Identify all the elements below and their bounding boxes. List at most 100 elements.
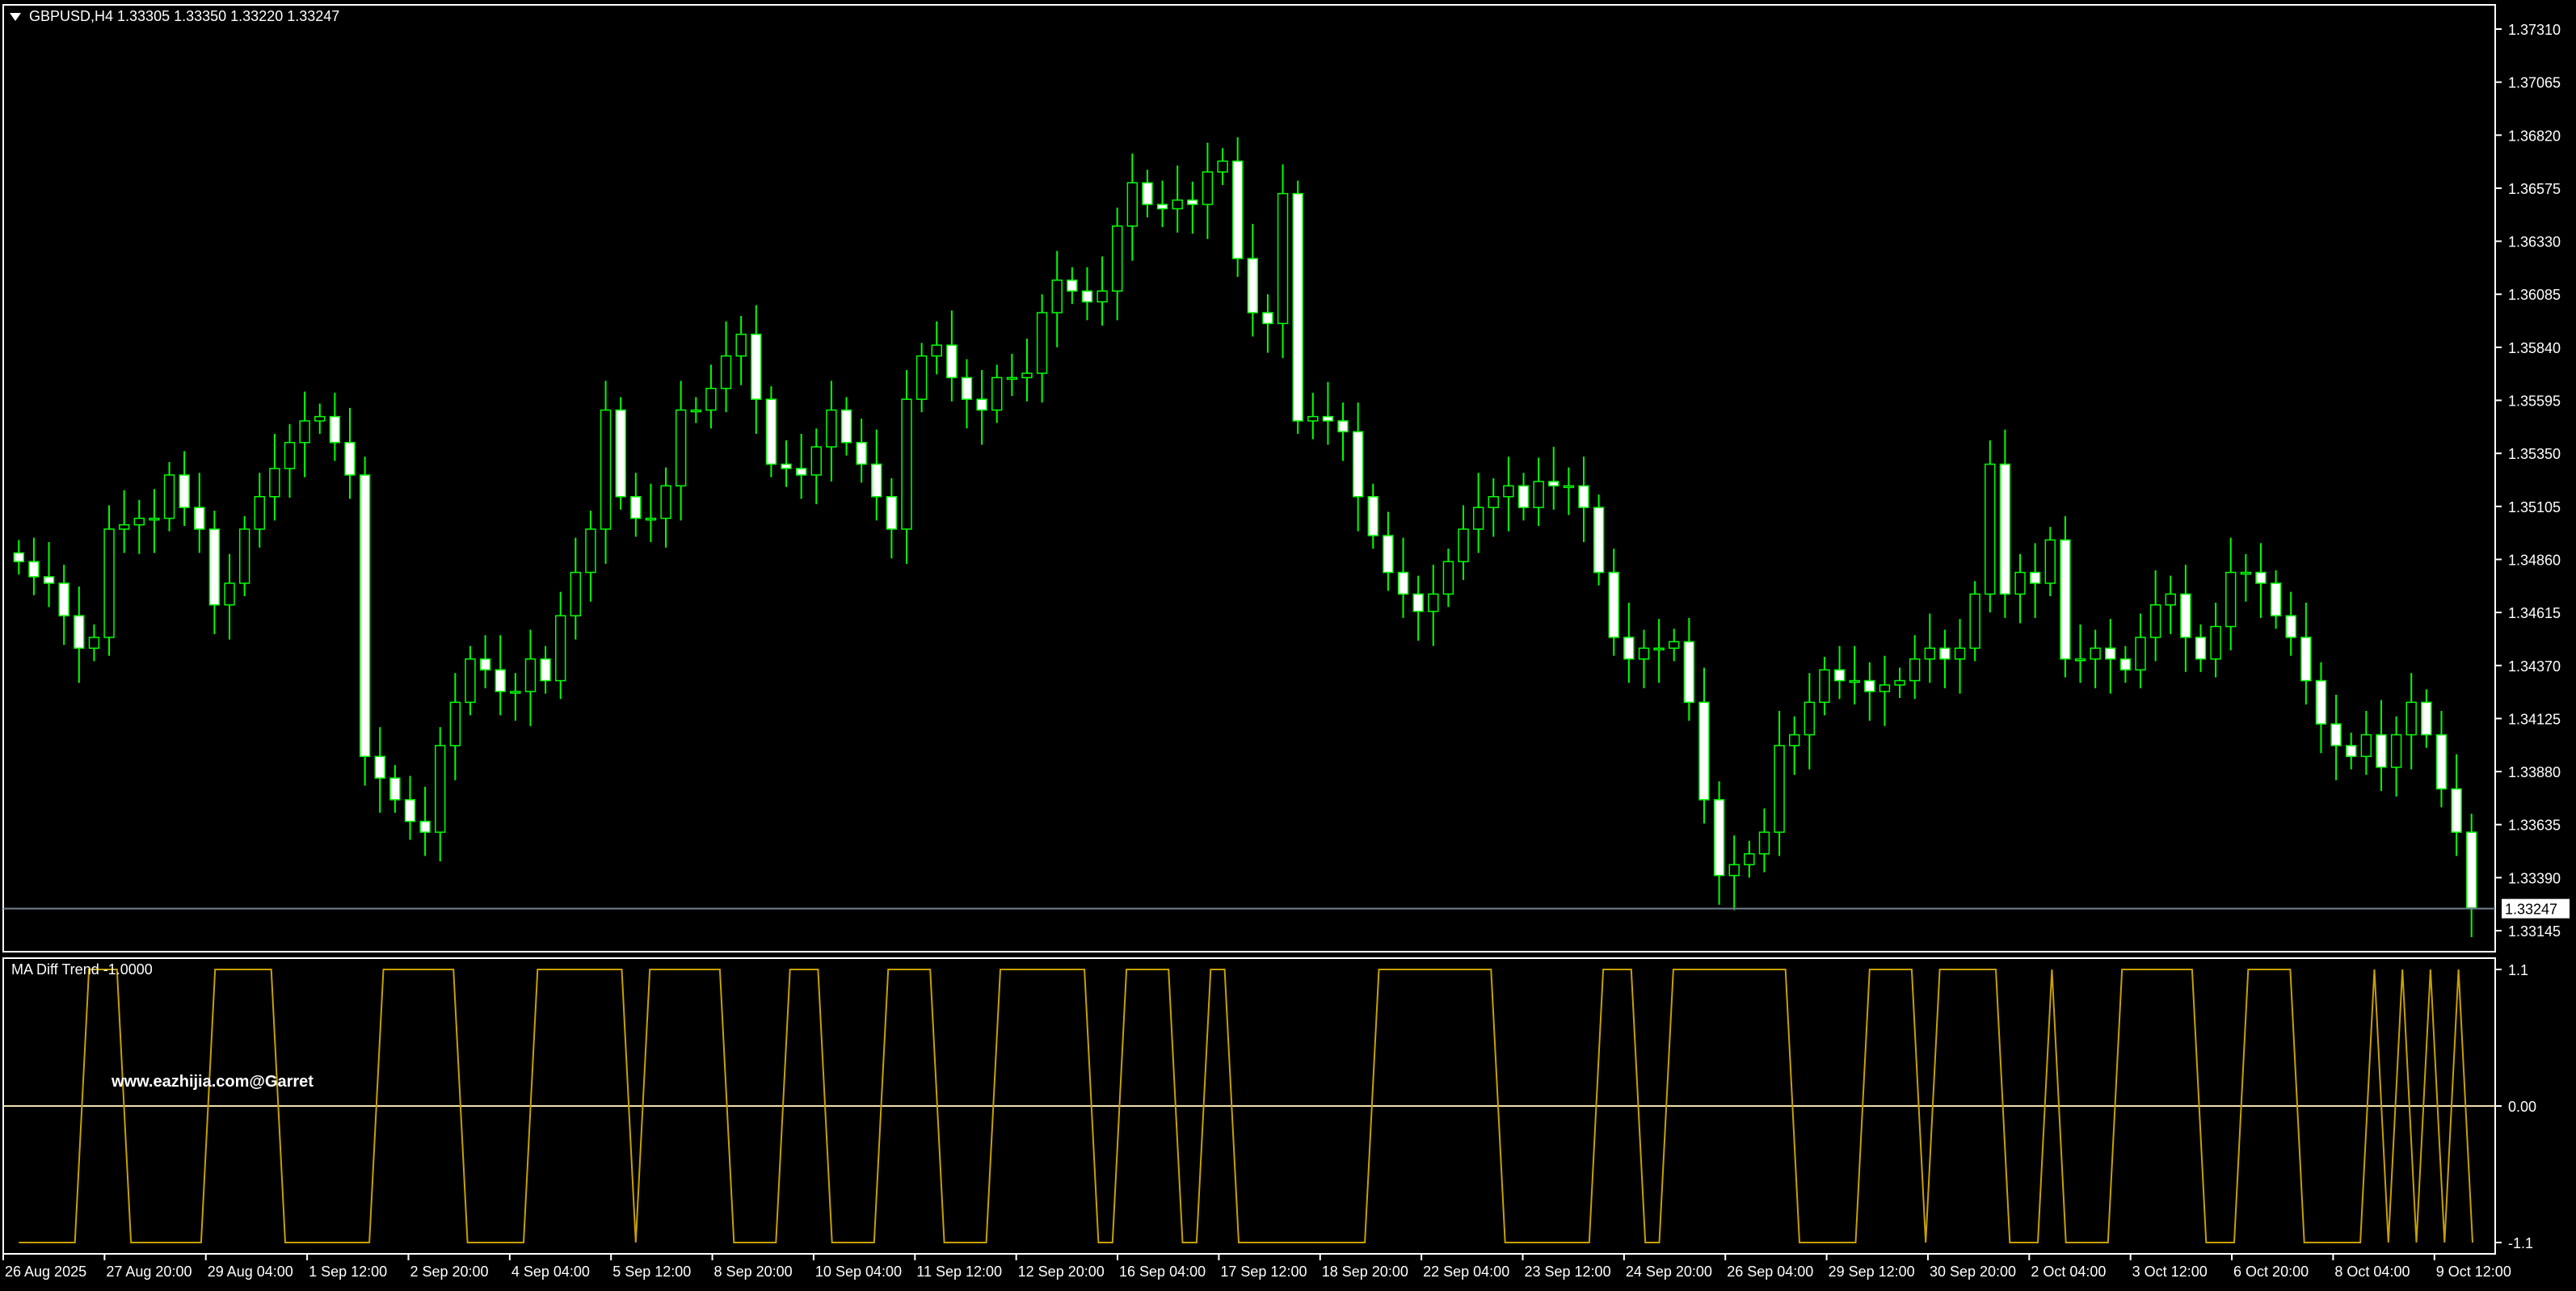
candle[interactable] (254, 473, 265, 548)
candle[interactable] (1728, 835, 1740, 910)
candle[interactable] (751, 305, 762, 435)
candle[interactable] (74, 586, 85, 683)
candle[interactable] (1337, 402, 1349, 461)
candle[interactable] (570, 537, 582, 640)
candle[interactable] (1849, 646, 1860, 704)
candle[interactable] (163, 461, 175, 532)
candle[interactable] (2360, 711, 2372, 776)
candle[interactable] (1804, 673, 1816, 770)
candle[interactable] (871, 429, 882, 521)
candle[interactable] (1503, 456, 1514, 532)
candle[interactable] (690, 397, 702, 423)
candle[interactable] (1067, 267, 1078, 305)
candle[interactable] (1517, 473, 1530, 521)
candle[interactable] (1653, 619, 1665, 683)
candle[interactable] (524, 629, 537, 726)
candle[interactable] (540, 646, 551, 694)
candle[interactable] (810, 428, 822, 505)
candle[interactable] (2225, 537, 2237, 651)
candle[interactable] (1939, 629, 1951, 688)
candle[interactable] (419, 786, 431, 856)
candle[interactable] (2240, 553, 2252, 602)
candle[interactable] (1081, 267, 1093, 321)
candle[interactable] (1638, 629, 1650, 688)
candle[interactable] (2074, 624, 2086, 683)
candle[interactable] (224, 553, 235, 640)
candle[interactable] (826, 381, 837, 482)
candle[interactable] (630, 473, 642, 537)
candle[interactable] (2300, 603, 2312, 704)
candle[interactable] (479, 635, 491, 688)
candle[interactable] (404, 776, 416, 840)
candle[interactable] (1217, 148, 1228, 185)
candle[interactable] (1833, 646, 1846, 700)
candle[interactable] (314, 403, 326, 435)
candle[interactable] (1744, 840, 1755, 878)
candle[interactable] (1669, 629, 1680, 662)
candle[interactable] (2270, 570, 2282, 629)
candle[interactable] (1292, 180, 1303, 435)
candle[interactable] (1608, 549, 1619, 656)
candle[interactable] (1142, 170, 1153, 218)
candle[interactable] (1713, 781, 1725, 905)
candle[interactable] (1924, 613, 1936, 683)
indicator-pane[interactable]: 1.1 0.00 -1.1 (2, 957, 2536, 1255)
candle[interactable] (1909, 635, 1921, 700)
candle[interactable] (1187, 181, 1198, 234)
candle[interactable] (2029, 543, 2041, 618)
candle[interactable] (1322, 381, 1334, 445)
candle[interactable] (359, 456, 371, 786)
candle[interactable] (43, 542, 55, 608)
candle[interactable] (269, 434, 280, 521)
candle[interactable] (1412, 575, 1424, 641)
candle[interactable] (1051, 250, 1063, 347)
candle[interactable] (2255, 543, 2267, 618)
candle[interactable] (133, 499, 145, 554)
candle[interactable] (2090, 629, 2101, 688)
candle[interactable] (13, 540, 25, 575)
candle[interactable] (2330, 694, 2342, 780)
candle[interactable] (1954, 619, 1966, 694)
candle[interactable] (389, 765, 401, 813)
candle[interactable] (1683, 617, 1695, 721)
candle[interactable] (976, 370, 987, 445)
candle[interactable] (1788, 716, 1800, 776)
candle[interactable] (886, 477, 898, 559)
candle[interactable] (1999, 429, 2011, 618)
candle[interactable] (615, 397, 626, 510)
candle[interactable] (58, 565, 69, 646)
candle[interactable] (2180, 565, 2191, 672)
candle[interactable] (1442, 549, 1454, 608)
candle[interactable] (2165, 575, 2176, 634)
candle[interactable] (435, 727, 446, 862)
candle[interactable] (1006, 353, 1018, 397)
candle[interactable] (149, 489, 160, 553)
candle[interactable] (1488, 477, 1499, 537)
candle[interactable] (2435, 711, 2448, 808)
candle[interactable] (645, 483, 657, 543)
candle[interactable] (1698, 667, 1710, 824)
candle[interactable] (585, 511, 596, 602)
candle[interactable] (2060, 515, 2071, 678)
candle[interactable] (1352, 402, 1364, 532)
candle[interactable] (2210, 603, 2221, 678)
candle[interactable] (765, 386, 777, 477)
candle[interactable] (28, 537, 40, 595)
candle[interactable] (1096, 256, 1108, 326)
candle[interactable] (2044, 527, 2056, 597)
candle[interactable] (1202, 142, 1214, 239)
candle[interactable] (194, 473, 205, 553)
price-pane[interactable]: 1.37310 1.37065 1.36820 1.36575 1.36330 1.360… (2, 4, 2570, 952)
candle[interactable] (1985, 440, 1996, 613)
chart-canvas[interactable]: 1.37310 1.37065 1.36820 1.36575 1.36330 1.360… (0, 0, 2576, 1291)
candle[interactable] (2135, 613, 2146, 688)
candle[interactable] (374, 727, 385, 813)
candle[interactable] (238, 515, 250, 597)
candle[interactable] (1472, 473, 1484, 553)
candle[interactable] (329, 393, 341, 461)
candle[interactable] (1307, 393, 1319, 439)
candle[interactable] (495, 635, 506, 716)
candle[interactable] (1563, 467, 1575, 515)
candle[interactable] (1397, 537, 1409, 618)
candle[interactable] (795, 434, 807, 499)
